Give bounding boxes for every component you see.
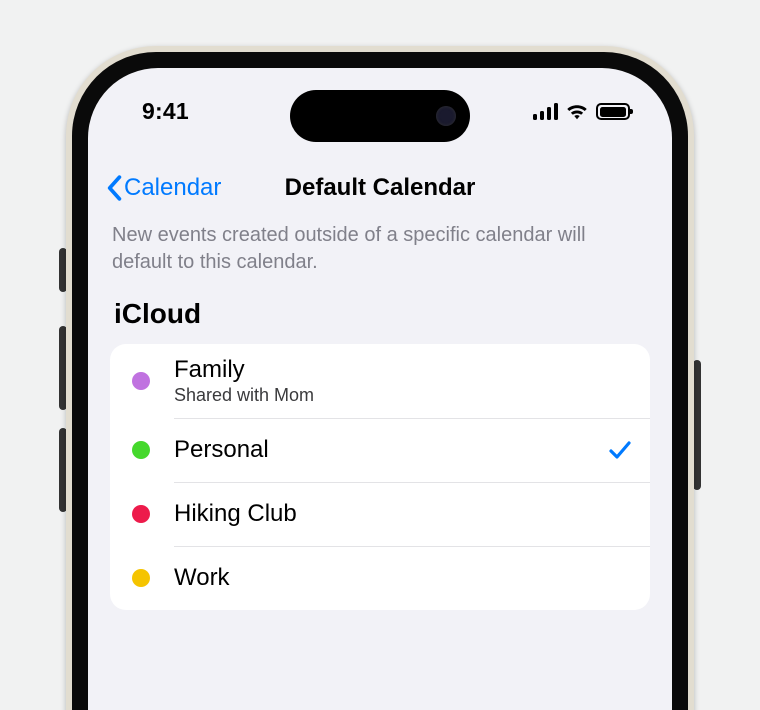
row-text: Work [174,564,632,593]
color-dot [132,441,150,459]
back-button[interactable]: Calendar [88,174,221,202]
calendar-name: Family [174,356,632,385]
front-camera [436,106,456,126]
status-time: 9:41 [142,98,189,125]
row-text: Hiking Club [174,500,632,529]
calendar-row-work[interactable]: Work [110,546,650,610]
canvas: 9:41 Calendar [0,0,760,710]
calendar-subtitle: Shared with Mom [174,385,632,407]
dynamic-island [290,90,470,142]
calendar-name: Personal [174,436,608,465]
description-text: New events created outside of a specific… [112,222,648,276]
color-dot [132,505,150,523]
chevron-left-icon [106,175,122,201]
calendar-name: Work [174,564,632,593]
battery-icon [596,103,630,120]
calendar-row-personal[interactable]: Personal [110,418,650,482]
screen: 9:41 Calendar [88,68,672,710]
checkmark-icon [608,438,632,462]
calendar-row-family[interactable]: Family Shared with Mom [110,344,650,418]
phone-power-button [693,360,701,490]
nav-bar: Calendar Default Calendar [88,160,672,216]
wifi-icon [566,103,588,121]
calendar-list: Family Shared with Mom Personal Hiking C… [110,344,650,610]
row-text: Family Shared with Mom [174,356,632,406]
row-text: Personal [174,436,608,465]
calendar-name: Hiking Club [174,500,632,529]
back-label: Calendar [124,174,221,202]
calendar-row-hiking-club[interactable]: Hiking Club [110,482,650,546]
color-dot [132,372,150,390]
cellular-signal-icon [533,103,559,120]
color-dot [132,569,150,587]
section-header: iCloud [114,298,201,330]
status-right [533,103,631,121]
